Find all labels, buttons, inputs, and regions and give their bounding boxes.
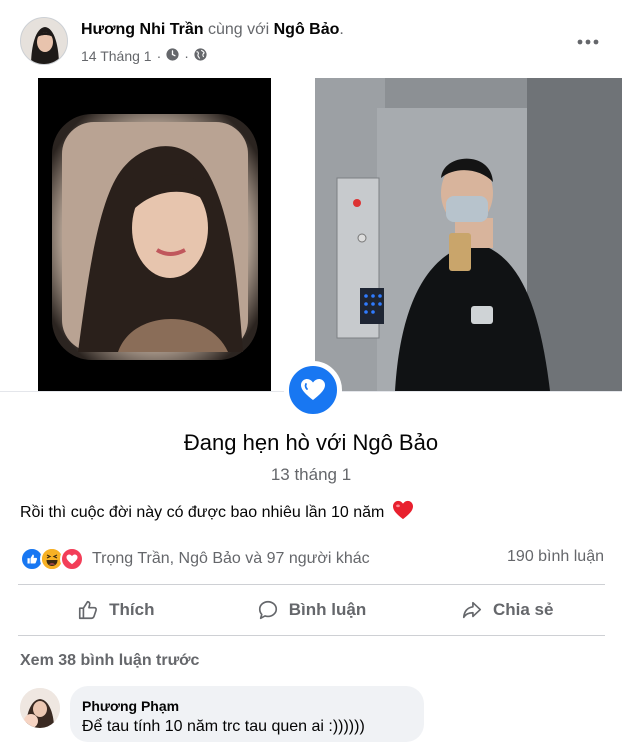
post-caption: Rồi thì cuộc đời này có được bao nhiêu l… [20,500,414,525]
life-event-date: 13 tháng 1 [270,465,352,484]
like-button[interactable]: Thích [18,585,214,635]
share-icon [462,601,482,619]
comment-bubble: Phương Phạm Để tau tính 10 năm trc tau q… [70,686,424,742]
facebook-post: Hương Nhi Trần cùng với Ngô Bảo. 14 Thán… [0,0,622,742]
commenter-name-link[interactable]: Phương Phạm [82,698,179,714]
comment-icon [258,600,277,620]
globe-icon[interactable] [194,48,207,64]
commenter-avatar[interactable] [20,688,60,728]
post-author-line: Hương Nhi Trần cùng với Ngô Bảo. [81,21,344,39]
share-button[interactable]: Chia sẻ [409,585,605,635]
post-actions: Thích Bình luận Chia sẻ [18,585,605,635]
post-photos [0,78,622,392]
comment-label: Bình luận [288,600,367,619]
caption-text: Rồi thì cuộc đời này có được bao nhiêu l… [20,503,385,521]
comment-button[interactable]: Bình luận [214,585,410,635]
with-text: cùng với [207,21,270,38]
post-header: Hương Nhi Trần cùng với Ngô Bảo. 14 Thán… [0,0,622,78]
photo-man-elevator[interactable] [315,78,622,391]
view-previous-comments-link[interactable]: Xem 38 bình luận trước [20,652,199,670]
author-name-link[interactable]: Hương Nhi Trần [81,21,204,38]
separator-dot-2: · [184,48,189,64]
like-label: Thích [109,600,155,619]
reaction-names[interactable]: Trọng Trần, Ngô Bảo và 97 người khác [92,550,370,568]
photo-woman-portrait[interactable] [38,78,271,391]
comment-text: Để tau tính 10 năm trc tau quen ai :))))… [82,718,365,735]
tagged-person-link[interactable]: Ngô Bảo [274,21,340,38]
more-horizontal-icon [577,39,599,45]
comment-count-link[interactable]: 190 bình luận [507,548,604,566]
post-date-link[interactable]: 14 Tháng 1 [81,48,152,64]
life-event-badge [284,361,342,419]
more-options-button[interactable] [576,30,600,54]
clock-icon [166,48,179,64]
period-text: . [339,21,344,38]
share-label: Chia sẻ [492,600,554,619]
heart-badge-icon [301,379,325,400]
heart-emoji-icon [392,500,414,525]
separator-dot: · [156,48,162,64]
life-event-title: Đang hẹn hò với Ngô Bảo [183,430,439,455]
author-avatar[interactable] [20,17,68,65]
reactions-summary[interactable]: Trọng Trần, Ngô Bảo và 97 người khác [20,547,370,571]
post-meta: 14 Tháng 1 · · [81,48,207,64]
love-reaction-icon [60,547,84,571]
like-icon [79,600,98,620]
divider-bottom [18,635,605,636]
